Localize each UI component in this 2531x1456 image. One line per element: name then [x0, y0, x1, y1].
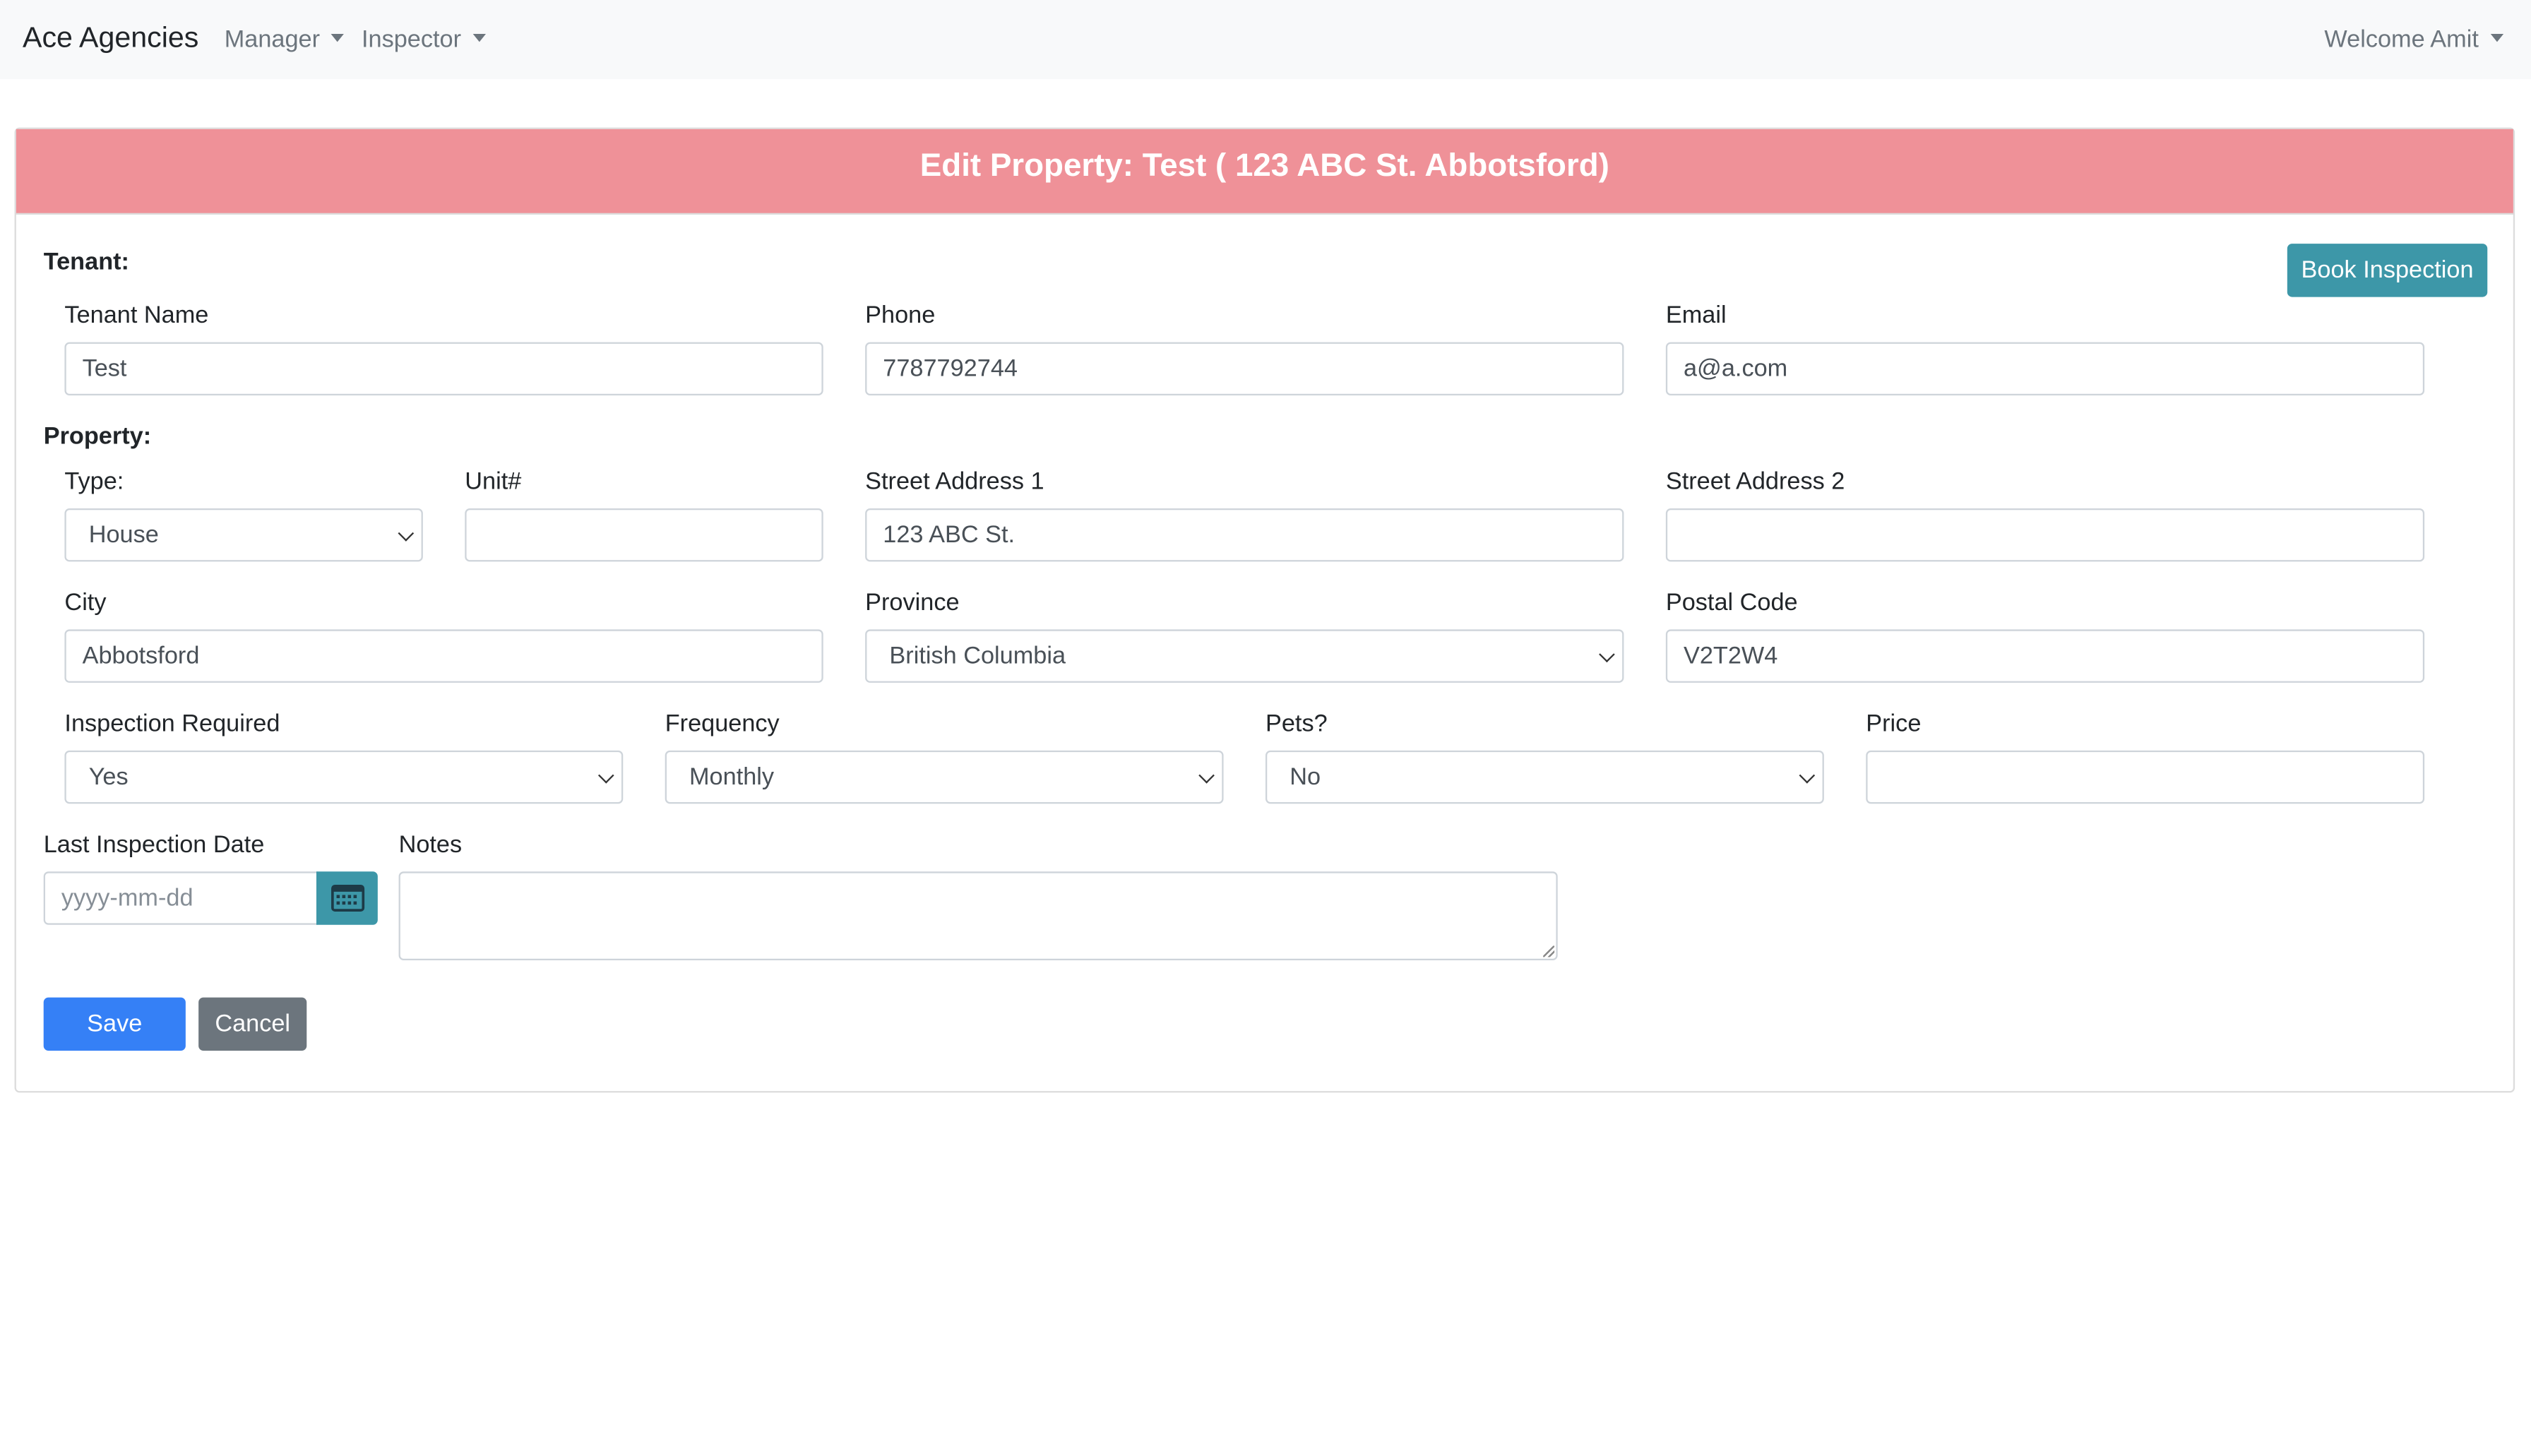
chevron-down-icon [398, 525, 415, 542]
notes-label: Notes [398, 831, 463, 859]
pets-select[interactable]: No [1265, 750, 1824, 804]
top-navbar: Ace Agencies Manager Inspector Welcome A… [0, 0, 2531, 79]
nav-manager-dropdown[interactable]: Manager [224, 25, 345, 54]
caret-down-icon [2489, 33, 2503, 42]
cancel-button[interactable]: Cancel [198, 997, 307, 1051]
street-address-1-label: Street Address 1 [865, 467, 1044, 496]
postal-code-label: Postal Code [1665, 589, 1798, 617]
caret-down-icon [331, 33, 345, 42]
frequency-label: Frequency [665, 710, 780, 738]
street-address-1-input[interactable] [865, 508, 1624, 562]
phone-input[interactable] [865, 342, 1624, 395]
email-label: Email [1665, 302, 1727, 330]
chevron-down-icon [1799, 767, 1816, 784]
tenant-name-input[interactable] [64, 342, 823, 395]
inspection-required-label: Inspection Required [64, 710, 280, 738]
province-select-value: British Columbia [889, 642, 1066, 670]
brand-logo[interactable]: Ace Agencies [23, 21, 198, 55]
tenant-name-label: Tenant Name [64, 302, 209, 330]
page-title: Edit Property: Test ( 123 ABC St. Abbots… [919, 148, 1609, 184]
tenant-section-label: Tenant: [43, 248, 129, 276]
user-menu-dropdown[interactable]: Welcome Amit [2324, 25, 2503, 54]
last-inspection-date-label: Last Inspection Date [43, 831, 265, 859]
price-input[interactable] [1866, 750, 2425, 804]
last-inspection-date-input[interactable] [43, 871, 318, 925]
pets-label: Pets? [1265, 710, 1328, 738]
notes-textarea[interactable] [398, 871, 1558, 960]
type-select[interactable]: House [64, 508, 423, 562]
save-button[interactable]: Save [43, 997, 186, 1051]
chevron-down-icon [597, 767, 614, 784]
province-select[interactable]: British Columbia [865, 629, 1624, 683]
inspection-required-value: Yes [88, 763, 129, 791]
unit-label: Unit# [465, 467, 522, 496]
edit-property-card: Edit Property: Test ( 123 ABC St. Abbots… [14, 127, 2515, 1093]
type-select-value: House [88, 521, 159, 549]
frequency-select-value: Monthly [689, 763, 775, 791]
city-label: City [64, 589, 107, 617]
chevron-down-icon [1599, 646, 1615, 663]
type-label: Type: [64, 467, 124, 496]
email-input[interactable] [1665, 342, 2425, 395]
book-inspection-button[interactable]: Book Inspection [2287, 244, 2488, 297]
caret-down-icon [472, 33, 486, 42]
phone-label: Phone [865, 302, 936, 330]
property-section-label: Property: [43, 422, 152, 450]
app-root: Ace Agencies Manager Inspector Welcome A… [0, 0, 2531, 1456]
notes-wrapper [398, 871, 1558, 960]
frequency-select[interactable]: Monthly [665, 750, 1224, 804]
city-input[interactable] [64, 629, 823, 683]
calendar-icon [331, 885, 365, 912]
street-address-2-input[interactable] [1665, 508, 2425, 562]
resize-handle-icon[interactable] [1543, 945, 1555, 957]
unit-input[interactable] [465, 508, 823, 562]
postal-code-input[interactable] [1665, 629, 2425, 683]
province-label: Province [865, 589, 960, 617]
pets-select-value: No [1290, 763, 1321, 791]
nav-manager-label: Manager [224, 25, 321, 54]
nav-inspector-dropdown[interactable]: Inspector [361, 25, 486, 54]
nav-inspector-label: Inspector [361, 25, 462, 54]
price-label: Price [1866, 710, 1922, 738]
chevron-down-icon [1198, 767, 1215, 784]
card-header: Edit Property: Test ( 123 ABC St. Abbots… [16, 129, 2513, 215]
calendar-button[interactable] [316, 871, 378, 925]
user-menu-label: Welcome Amit [2324, 25, 2479, 54]
inspection-required-select[interactable]: Yes [64, 750, 624, 804]
street-address-2-label: Street Address 2 [1665, 467, 1845, 496]
